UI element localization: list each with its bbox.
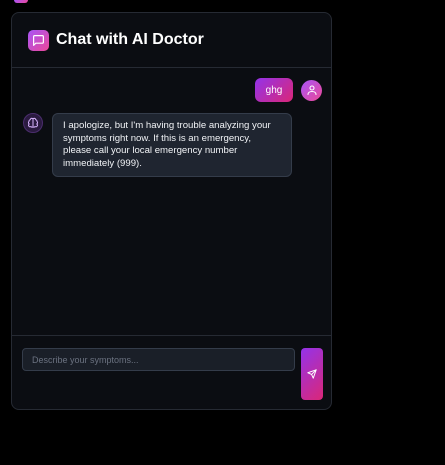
top-accent-sliver	[14, 0, 28, 3]
message-composer	[12, 335, 331, 409]
send-icon	[307, 369, 317, 379]
assistant-message: I apologize, but I'm having trouble anal…	[23, 113, 292, 177]
brain-icon	[23, 113, 43, 133]
message-square-icon	[28, 29, 49, 51]
chat-header: Chat with AI Doctor	[12, 13, 331, 68]
user-message-bubble: ghg	[255, 78, 293, 102]
symptoms-input[interactable]	[22, 348, 295, 371]
assistant-message-bubble: I apologize, but I'm having trouble anal…	[52, 113, 292, 177]
message-list: ghg I apologize, but I'm having trouble …	[12, 68, 331, 336]
page-title: Chat with AI Doctor	[56, 31, 204, 48]
chat-panel: Chat with AI Doctor ghg I apologize, but…	[11, 12, 332, 410]
user-icon	[301, 79, 322, 101]
send-button[interactable]	[301, 348, 323, 400]
user-message: ghg	[255, 78, 322, 102]
